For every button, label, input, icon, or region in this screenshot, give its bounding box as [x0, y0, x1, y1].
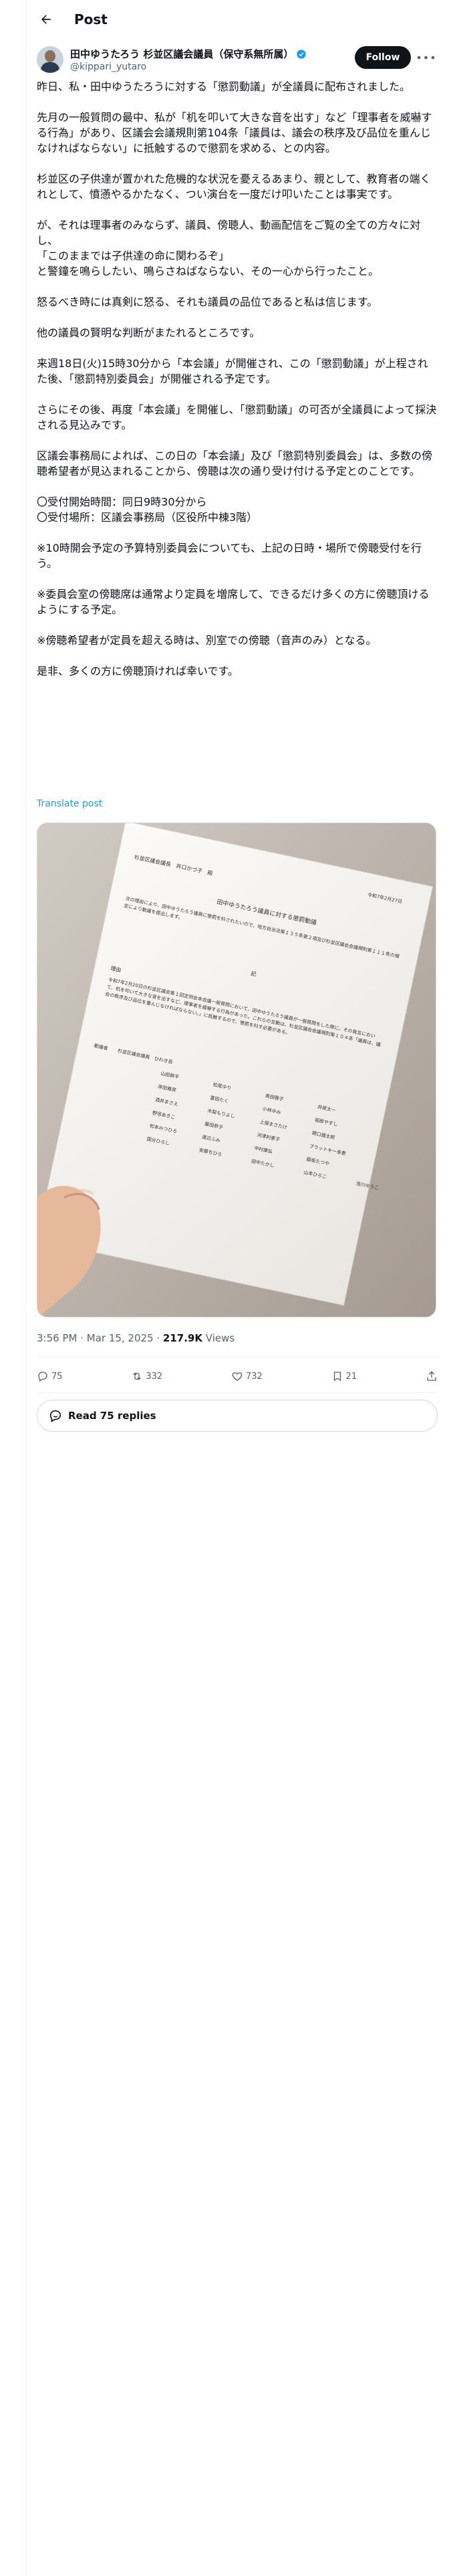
back-button[interactable] [34, 7, 58, 31]
left-border [25, 0, 26, 2576]
post-paragraph: ※委員会室の傍聴席は通常より定員を増席して、できるだけ多くの方に傍聴頂けるように… [37, 588, 430, 616]
author-name[interactable]: 田中ゆうたろう 杉並区議会議員（保守系無所属） [70, 47, 293, 61]
reply-count: 75 [51, 1371, 63, 1382]
post-paragraph: が、それは理事者のみならず、議員、傍聴人、動画配信をご覧の全ての方々に対し、 「… [37, 219, 421, 278]
divider [37, 1356, 438, 1357]
repost-icon [133, 1372, 142, 1380]
divider [37, 1392, 438, 1393]
views-count: 217.9K [162, 1332, 202, 1344]
bookmark-count: 21 [345, 1371, 357, 1382]
post-image[interactable]: 令和7年2月27日 杉並区議会議長 井口かづ子 殿 田中ゆうたろう議員に対する懲… [37, 823, 436, 1317]
like-button[interactable]: 732 [231, 1370, 263, 1382]
translate-post-link[interactable]: Translate post [37, 798, 102, 809]
action-bar: 75 332 732 21 [37, 1364, 438, 1388]
bookmark-icon [333, 1372, 341, 1382]
read-replies-label: Read 75 replies [68, 1410, 156, 1422]
verified-badge-icon [297, 49, 306, 59]
reply-icon [38, 1372, 47, 1382]
bookmark-button[interactable]: 21 [331, 1370, 357, 1382]
post-paragraph: 他の議員の賢明な判断がまたれるところです。 [37, 326, 261, 339]
arrow-left-icon [41, 15, 51, 24]
chat-bubble-icon [49, 1410, 61, 1422]
like-count: 732 [246, 1371, 263, 1382]
post-paragraph: 怒るべき時には真剣に怒る、それも議員の品位であると私は信じます。 [37, 296, 378, 308]
post-paragraph: さらにその後、再度「本会議」を開催し、「懲罰動議」の可否が全議員によって採決され… [37, 403, 437, 431]
share-icon [427, 1371, 436, 1381]
author-row: 田中ゆうたろう 杉並区議会議員（保守系無所属） @kippari_yutaro … [37, 44, 438, 75]
top-bar: Post [26, 0, 451, 39]
post-paragraph: 〇受付開始時間：同日9時30分から 〇受付場所：区議会事務局（区役所中棟3階） [37, 496, 258, 524]
post-paragraph: ※傍聴希望者が定員を超える時は、別室での傍聴（音声のみ）となる。 [37, 634, 377, 647]
more-options-icon[interactable]: ••• [416, 47, 436, 68]
post-paragraph: 昨日、私・田中ゆうたろうに対する「懲罰動議」が全議員に配布されました。 [37, 80, 411, 93]
post-paragraph: 区議会事務局によれば、この日の「本会議」及び「懲罰特別委員会」は、多数の傍聴希望… [37, 449, 433, 477]
follow-button[interactable]: Follow [355, 46, 411, 69]
page-title: Post [74, 11, 108, 27]
post-timestamp[interactable]: 3:56 PM · Mar 15, 2025 · [37, 1332, 163, 1344]
reply-button[interactable]: 75 [37, 1370, 63, 1382]
repost-button[interactable]: 332 [131, 1370, 162, 1382]
author-handle[interactable]: @kippari_yutaro [70, 62, 307, 72]
author-name-line: 田中ゆうたろう 杉並区議会議員（保守系無所属） [70, 47, 307, 61]
document-photo: 令和7年2月27日 杉並区議会議長 井口かづ子 殿 田中ゆうたろう議員に対する懲… [37, 823, 436, 1317]
repost-count: 332 [146, 1371, 163, 1382]
read-replies-button[interactable]: Read 75 replies [37, 1400, 438, 1432]
views-label: Views [202, 1332, 235, 1344]
post-meta: 3:56 PM · Mar 15, 2025 · 217.9K Views [37, 1332, 235, 1344]
post-page: Post 田中ゆうたろう 杉並区議会議員（保守系無所属） @kippari_yu… [0, 0, 451, 2576]
avatar[interactable] [37, 46, 63, 73]
post-paragraph: 来週18日(火)15時30分から「本会議」が開催され、この「懲罰動議」が上程され… [37, 357, 428, 385]
post-paragraph: 先月の一般質問の最中、私が「机を叩いて大きな音を出す」など「理事者を威嚇する行為… [37, 111, 432, 154]
author-info: 田中ゆうたろう 杉並区議会議員（保守系無所属） @kippari_yutaro [70, 47, 307, 72]
post-paragraph: 是非、多くの方に傍聴頂ければ幸いです。 [37, 665, 239, 677]
post-text: 昨日、私・田中ゆうたろうに対する「懲罰動議」が全議員に配布されました。先月の一般… [37, 79, 438, 694]
share-button[interactable] [426, 1370, 438, 1382]
heart-icon [232, 1372, 243, 1381]
post-paragraph: 杉並区の子供達が置かれた危機的な状況を憂えるあまり、親として、教育者の端くれとし… [37, 173, 431, 201]
post-paragraph: ※10時開会予定の予算特別委員会についても、上記の日時・場所で傍聴受付を行う。 [37, 542, 422, 570]
